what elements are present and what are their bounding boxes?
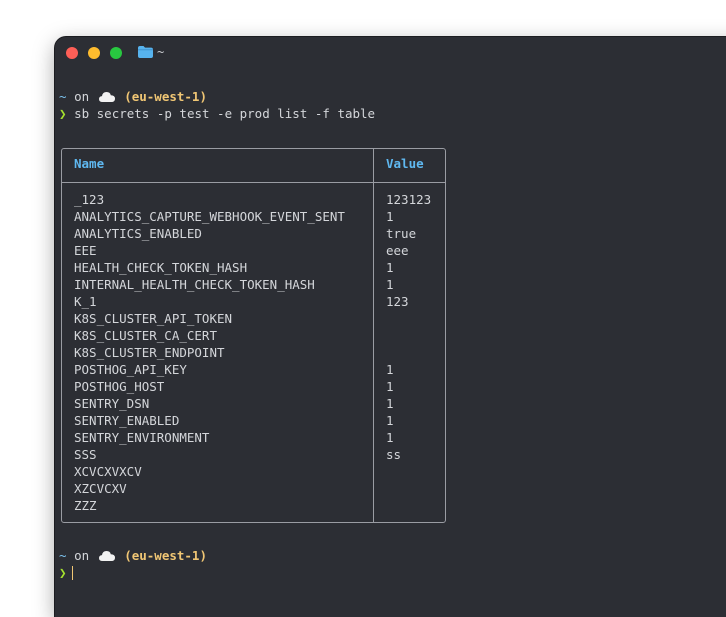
secret-name: ZZZ (74, 498, 97, 513)
secret-value: 1 (386, 362, 394, 377)
table-row: K_1 123 (62, 293, 445, 310)
secrets-table: Name Value _123 123123 ANALYTICS_CAPTURE_W… (61, 148, 446, 523)
table-row: ANALYTICS_ENABLED true (62, 225, 445, 242)
secret-name: _123 (74, 192, 105, 207)
command-line: ❯ sb secrets -p test -e prod list -f tab… (59, 105, 375, 122)
table-row: HEALTH_CHECK_TOKEN_HASH 1 (62, 259, 445, 276)
cloud-icon (98, 551, 115, 561)
secret-value: ss (386, 447, 402, 462)
table-row: _123 123123 (62, 191, 445, 208)
table-row: POSTHOG_API_KEY 1 (62, 361, 445, 378)
secret-name: K_1 (74, 294, 97, 309)
folder-icon (138, 46, 153, 58)
secret-name: POSTHOG_HOST (74, 379, 165, 394)
prompt-path-2: ~ (59, 548, 67, 563)
table-row: K8S_CLUSTER_CA_CERT (62, 327, 445, 344)
table-row: EEE eee (62, 242, 445, 259)
secret-name: POSTHOG_API_KEY (74, 362, 187, 377)
table-row: ANALYTICS_CAPTURE_WEBHOOK_EVENT_SENT 1 (62, 208, 445, 225)
secret-name: ANALYTICS_ENABLED (74, 226, 202, 241)
secret-value: 123 (386, 294, 409, 309)
secret-name: K8S_CLUSTER_API_TOKEN (74, 311, 233, 326)
prompt-path: ~ (59, 89, 67, 104)
secret-value: 1 (386, 209, 394, 224)
secret-name: EEE (74, 243, 97, 258)
table-body: _123 123123 ANALYTICS_CAPTURE_WEBHOOK_EVEN… (62, 191, 445, 514)
secret-name: XCVCXVXCV (74, 464, 142, 479)
secret-name: SENTRY_DSN (74, 396, 150, 411)
table-row: K8S_CLUSTER_API_TOKEN (62, 310, 445, 327)
input-line[interactable]: ❯ (59, 564, 73, 581)
minimize-icon[interactable] (88, 47, 100, 59)
secret-value: 123123 (386, 192, 432, 207)
secret-value: 1 (386, 396, 394, 411)
table-row: POSTHOG_HOST 1 (62, 378, 445, 395)
secret-value: 1 (386, 413, 394, 428)
chevron-right-icon: ❯ (59, 106, 67, 121)
secret-name: SSS (74, 447, 97, 462)
secret-name: SENTRY_ENABLED (74, 413, 180, 428)
table-row: SENTRY_ENABLED 1 (62, 412, 445, 429)
aws-region-2: (eu-west-1) (124, 548, 207, 563)
cloud-icon (98, 92, 115, 102)
secret-name: HEALTH_CHECK_TOKEN_HASH (74, 260, 248, 275)
title-bar: ~ (55, 37, 726, 71)
header-divider (62, 182, 445, 183)
prompt-on-2: on (74, 548, 90, 563)
table-row: ZZZ (62, 497, 445, 514)
secret-value: eee (386, 243, 409, 258)
maximize-icon[interactable] (110, 47, 122, 59)
table-row: XCVCXVXCV (62, 463, 445, 480)
secret-value: 1 (386, 277, 394, 292)
close-icon[interactable] (66, 47, 78, 59)
prompt-line-2: ~ on (eu-west-1) (59, 547, 207, 564)
secret-name: INTERNAL_HEALTH_CHECK_TOKEN_HASH (74, 277, 315, 292)
window-title: ~ (138, 45, 164, 59)
secret-name: XZCVCXV (74, 481, 127, 496)
secret-name: SENTRY_ENVIRONMENT (74, 430, 210, 445)
secret-value: 1 (386, 379, 394, 394)
secret-value: 1 (386, 430, 394, 445)
secret-value: true (386, 226, 417, 241)
table-row: SSS ss (62, 446, 445, 463)
column-header-value: Value (386, 156, 424, 171)
table-row: K8S_CLUSTER_ENDPOINT (62, 344, 445, 361)
terminal-window: ~ ~ on (eu-west-1) ❯ sb secrets -p test … (55, 37, 726, 617)
chevron-right-icon: ❯ (59, 565, 67, 580)
secret-name: ANALYTICS_CAPTURE_WEBHOOK_EVENT_SENT (74, 209, 345, 224)
aws-region: (eu-west-1) (124, 89, 207, 104)
secret-name: K8S_CLUSTER_ENDPOINT (74, 345, 225, 360)
command-text: sb secrets -p test -e prod list -f table (74, 106, 376, 121)
prompt-on: on (74, 89, 90, 104)
secret-name: K8S_CLUSTER_CA_CERT (74, 328, 217, 343)
table-row: SENTRY_ENVIRONMENT 1 (62, 429, 445, 446)
column-header-name: Name (74, 156, 105, 171)
window-title-text: ~ (157, 45, 165, 59)
secret-value: 1 (386, 260, 394, 275)
table-row: XZCVCXV (62, 480, 445, 497)
prompt-line: ~ on (eu-west-1) (59, 88, 207, 105)
table-row: INTERNAL_HEALTH_CHECK_TOKEN_HASH 1 (62, 276, 445, 293)
text-cursor (71, 566, 73, 580)
table-row: SENTRY_DSN 1 (62, 395, 445, 412)
